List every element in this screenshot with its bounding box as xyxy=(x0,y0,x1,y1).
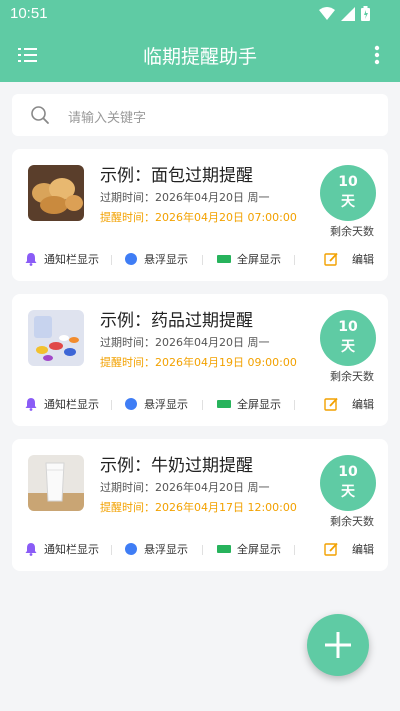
add-reminder-button[interactable] xyxy=(307,614,369,676)
days-badge: 10 天 xyxy=(320,165,376,221)
remind-time: 提醒时间：2026年04月20日 07:00:00 xyxy=(100,211,297,224)
days-count: 10 xyxy=(338,174,358,190)
more-options-button[interactable] xyxy=(368,42,386,68)
days-badge: 10 天 xyxy=(320,310,376,366)
remind-time: 提醒时间：2026年04月19日 09:00:00 xyxy=(100,356,297,369)
notify-toggle[interactable]: 通知栏显示 xyxy=(24,541,99,557)
float-dot-icon xyxy=(125,253,137,265)
fullscreen-toggle[interactable]: 全屏显示 xyxy=(217,251,281,267)
edit-button[interactable]: 编辑 xyxy=(324,251,374,267)
edit-label: 编辑 xyxy=(352,253,374,266)
divider xyxy=(111,400,112,410)
notify-toggle[interactable]: 通知栏显示 xyxy=(24,251,99,267)
card-actions: 通知栏显示 悬浮显示 全屏显示 编辑 xyxy=(12,394,388,414)
notify-label: 通知栏显示 xyxy=(44,253,99,266)
edit-label: 编辑 xyxy=(352,543,374,556)
days-unit: 天 xyxy=(341,194,355,210)
search-icon xyxy=(31,106,49,124)
float-label: 悬浮显示 xyxy=(144,543,188,556)
card-actions: 通知栏显示 悬浮显示 全屏显示 编辑 xyxy=(12,539,388,559)
float-label: 悬浮显示 xyxy=(144,253,188,266)
divider xyxy=(202,255,203,265)
divider xyxy=(111,545,112,555)
divider xyxy=(111,255,112,265)
remaining-days-label: 剩余天数 xyxy=(330,370,374,383)
page-title: 临期提醒助手 xyxy=(142,46,257,68)
bell-icon xyxy=(25,543,37,556)
notify-toggle[interactable]: 通知栏显示 xyxy=(24,396,99,412)
status-time: 10:51 xyxy=(10,5,48,22)
expire-time: 过期时间：2026年04月20日 周一 xyxy=(100,481,270,494)
remaining-days-label: 剩余天数 xyxy=(330,515,374,528)
days-unit: 天 xyxy=(341,339,355,355)
divider xyxy=(294,255,295,265)
card-title: 示例：牛奶过期提醒 xyxy=(100,456,253,476)
card-title: 示例：面包过期提醒 xyxy=(100,166,253,186)
battery-icon xyxy=(361,6,370,21)
search-placeholder: 请输入关键字 xyxy=(68,111,147,126)
edit-icon xyxy=(324,252,338,266)
fullscreen-icon xyxy=(217,400,231,408)
float-label: 悬浮显示 xyxy=(144,398,188,411)
card-title: 示例：药品过期提醒 xyxy=(100,311,253,331)
edit-icon xyxy=(324,397,338,411)
edit-button[interactable]: 编辑 xyxy=(324,396,374,412)
divider xyxy=(202,400,203,410)
fullscreen-label: 全屏显示 xyxy=(237,398,281,411)
card-actions: 通知栏显示 悬浮显示 全屏显示 编辑 xyxy=(12,249,388,269)
fullscreen-label: 全屏显示 xyxy=(237,543,281,556)
days-badge: 10 天 xyxy=(320,455,376,511)
search-bar[interactable]: 请输入关键字 xyxy=(12,94,388,136)
fullscreen-icon xyxy=(217,545,231,553)
expire-time: 过期时间：2026年04月20日 周一 xyxy=(100,336,270,349)
app-bar: 临期提醒助手 xyxy=(0,28,400,82)
reminder-card[interactable]: 示例：面包过期提醒 过期时间：2026年04月20日 周一 提醒时间：2026年… xyxy=(12,149,388,281)
edit-icon xyxy=(324,542,338,556)
fullscreen-toggle[interactable]: 全屏显示 xyxy=(217,396,281,412)
fullscreen-label: 全屏显示 xyxy=(237,253,281,266)
divider xyxy=(202,545,203,555)
notify-label: 通知栏显示 xyxy=(44,398,99,411)
float-toggle[interactable]: 悬浮显示 xyxy=(124,396,188,412)
float-toggle[interactable]: 悬浮显示 xyxy=(124,541,188,557)
plus-icon xyxy=(325,632,351,658)
days-count: 10 xyxy=(338,464,358,480)
fullscreen-toggle[interactable]: 全屏显示 xyxy=(217,541,281,557)
bell-icon xyxy=(25,253,37,266)
reminder-card[interactable]: 示例：牛奶过期提醒 过期时间：2026年04月20日 周一 提醒时间：2026年… xyxy=(12,439,388,571)
medicine-image xyxy=(28,310,84,366)
days-count: 10 xyxy=(338,319,358,335)
float-toggle[interactable]: 悬浮显示 xyxy=(124,251,188,267)
reminder-card[interactable]: 示例：药品过期提醒 过期时间：2026年04月20日 周一 提醒时间：2026年… xyxy=(12,294,388,426)
fullscreen-icon xyxy=(217,255,231,263)
edit-label: 编辑 xyxy=(352,398,374,411)
remind-time: 提醒时间：2026年04月17日 12:00:00 xyxy=(100,501,297,514)
divider xyxy=(294,545,295,555)
milk-image xyxy=(28,455,84,511)
remaining-days-label: 剩余天数 xyxy=(330,225,374,238)
divider xyxy=(294,400,295,410)
expire-time: 过期时间：2026年04月20日 周一 xyxy=(100,191,270,204)
status-bar: 10:51 xyxy=(0,0,400,28)
float-dot-icon xyxy=(125,543,137,555)
status-icons xyxy=(319,6,370,21)
days-unit: 天 xyxy=(341,484,355,500)
signal-icon xyxy=(341,6,355,21)
more-vert-icon xyxy=(374,45,380,65)
notify-label: 通知栏显示 xyxy=(44,543,99,556)
edit-button[interactable]: 编辑 xyxy=(324,541,374,557)
float-dot-icon xyxy=(125,398,137,410)
bell-icon xyxy=(25,398,37,411)
bread-image xyxy=(28,165,84,221)
wifi-icon xyxy=(319,6,335,20)
